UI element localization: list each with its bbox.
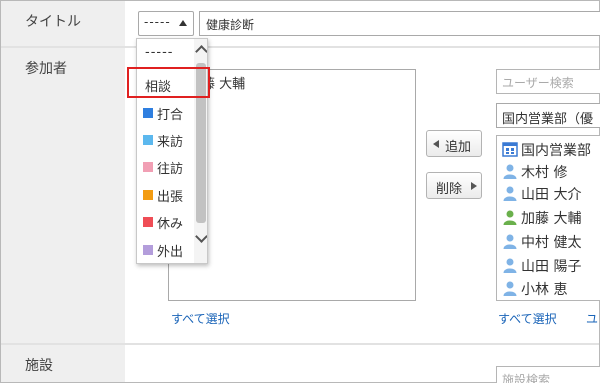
title-label-cell: タイトル: [1, 1, 125, 46]
add-button-label: 追加: [445, 140, 472, 155]
candidate-name: 木村 修: [521, 165, 568, 181]
chevron-down-icon[interactable]: [195, 230, 207, 243]
user-icon: [503, 186, 517, 201]
menu-option-none[interactable]: -----: [137, 42, 197, 66]
highlight-box: [127, 67, 210, 98]
facility-label-cell: 施設: [1, 345, 125, 382]
candidate-name: 山田 陽子: [521, 259, 582, 275]
color-swatch: [143, 190, 153, 200]
menu-option-shucchou[interactable]: 出張: [137, 183, 197, 207]
candidate-name: 国内営業部: [521, 143, 591, 159]
facility-search-input[interactable]: 施設検索: [496, 366, 600, 383]
menu-option-label: 外出: [157, 245, 184, 260]
color-swatch: [143, 245, 153, 255]
group-select[interactable]: 国内営業部（優: [496, 103, 600, 128]
title-menu-value: -----: [144, 15, 171, 29]
title-input-value: 健康診断: [206, 18, 255, 32]
candidate-name: 山田 大介: [521, 187, 582, 203]
menu-option-gaishutsu[interactable]: 外出: [137, 238, 197, 262]
user-icon: [503, 234, 517, 249]
user-search-input[interactable]: ユーザー検索: [496, 69, 600, 94]
user-icon: [503, 164, 517, 179]
color-swatch: [143, 217, 153, 227]
color-swatch: [143, 162, 153, 172]
menu-option-uchiawase[interactable]: 打合: [137, 101, 197, 125]
user-icon: [503, 281, 517, 296]
participants-label: 参加者: [25, 61, 67, 77]
participants-label-cell: 参加者: [1, 48, 125, 343]
menu-option-label: 往訪: [157, 162, 184, 177]
user-link-partial[interactable]: ユ: [586, 310, 598, 327]
facility-label: 施設: [25, 358, 53, 374]
facility-search-placeholder: 施設検索: [502, 373, 551, 383]
remove-button[interactable]: 削除: [426, 172, 482, 199]
menu-option-label: -----: [145, 45, 174, 60]
select-all-right-link[interactable]: すべて選択: [498, 310, 557, 327]
candidate-name: 中村 健太: [521, 235, 582, 251]
arrow-right-icon: [471, 182, 477, 190]
user-search-placeholder: ユーザー検索: [502, 76, 574, 90]
title-menu-select[interactable]: -----: [138, 11, 194, 36]
group-select-value: 国内営業部（優: [502, 112, 594, 127]
color-swatch: [143, 135, 153, 145]
menu-option-yasumi[interactable]: 休み: [137, 210, 197, 234]
title-label: タイトル: [25, 14, 81, 30]
candidate-name: 小林 恵: [521, 282, 568, 298]
menu-option-label: 来訪: [157, 135, 184, 150]
chevron-up-icon[interactable]: [195, 45, 207, 58]
title-input[interactable]: 健康診断: [199, 11, 600, 36]
menu-option-raihou[interactable]: 来訪: [137, 128, 197, 152]
remove-button-label: 削除: [436, 182, 463, 197]
menu-option-label: 出張: [157, 190, 184, 205]
menu-option-ouhou[interactable]: 往訪: [137, 155, 197, 179]
color-swatch: [143, 108, 153, 118]
user-icon: [503, 210, 517, 225]
candidate-name: 加藤 大輔: [521, 211, 582, 227]
user-icon: [503, 258, 517, 273]
menu-option-label: 休み: [157, 217, 184, 232]
add-button[interactable]: 追加: [426, 130, 482, 157]
menu-option-label: 打合: [157, 108, 184, 123]
caret-up-icon: [179, 20, 187, 26]
select-all-left-link[interactable]: すべて選択: [171, 310, 230, 327]
org-icon: [502, 142, 518, 157]
arrow-left-icon: [433, 140, 439, 148]
